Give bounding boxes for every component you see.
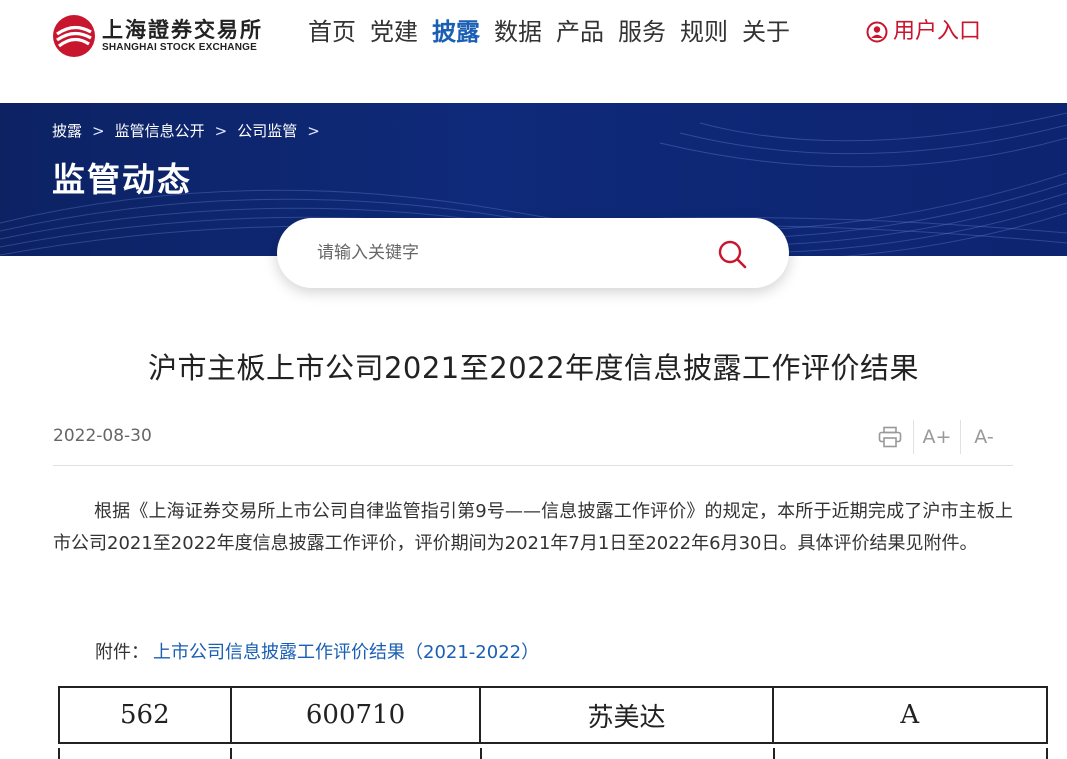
article-tools: A+ A- <box>867 420 1007 454</box>
breadcrumb-regulatory-info[interactable]: 监管信息公开 <box>115 120 205 141</box>
logo-text: 上海證券交易所 SHANGHAI STOCK EXCHANGE <box>102 18 263 54</box>
top-header: 上海證券交易所 SHANGHAI STOCK EXCHANGE 首页 党建 披露… <box>0 0 1067 103</box>
article-body: 根据《上海证券交易所上市公司自律监管指引第9号——信息披露工作评价》的规定，本所… <box>53 501 1013 554</box>
logo-name-en: SHANGHAI STOCK EXCHANGE <box>102 42 257 53</box>
breadcrumb: 披露 > 监管信息公开 > 公司监管 > <box>52 120 330 141</box>
logo-name-cn: 上海證券交易所 <box>102 17 263 42</box>
results-table-image: 562 600710 苏美达 A <box>58 680 1050 759</box>
cell-rating: A <box>771 686 1049 744</box>
attachment-label: 附件： <box>95 642 149 663</box>
user-icon <box>866 21 888 43</box>
nav-services[interactable]: 服务 <box>618 14 666 50</box>
nav-disclosure[interactable]: 披露 <box>432 14 480 50</box>
search-input[interactable] <box>317 238 697 268</box>
chevron-right-icon: > <box>214 121 228 140</box>
breadcrumb-company-supervision[interactable]: 公司监管 <box>237 120 297 141</box>
sse-logo-icon <box>53 15 95 57</box>
table-continuation <box>58 748 1048 759</box>
chevron-right-icon: > <box>307 121 320 140</box>
search-box <box>277 218 789 288</box>
print-icon <box>878 426 902 448</box>
publish-date: 2022-08-30 <box>53 426 152 446</box>
article-title: 沪市主板上市公司2021至2022年度信息披露工作评价结果 <box>147 351 920 385</box>
font-decrease-button[interactable]: A- <box>961 420 1007 454</box>
page-title: 监管动态 <box>52 160 192 199</box>
user-entry-link[interactable]: 用户入口 <box>866 14 981 50</box>
nav-data[interactable]: 数据 <box>494 14 542 50</box>
main-nav: 首页 党建 披露 数据 产品 服务 规则 关于 <box>308 14 804 50</box>
cell-company-name: 苏美达 <box>479 686 774 744</box>
attachment-row: 附件： 上市公司信息披露工作评价结果（2021-2022） <box>95 638 539 664</box>
nav-about[interactable]: 关于 <box>742 14 790 50</box>
search-icon[interactable] <box>716 238 748 270</box>
nav-products[interactable]: 产品 <box>556 14 604 50</box>
nav-rules[interactable]: 规则 <box>680 14 728 50</box>
breadcrumb-disclosure[interactable]: 披露 <box>52 120 82 141</box>
nav-party[interactable]: 党建 <box>370 14 418 50</box>
results-table: 562 600710 苏美达 A <box>58 686 1049 744</box>
print-button[interactable] <box>867 420 913 454</box>
user-entry-label: 用户入口 <box>893 19 982 44</box>
table-row: 562 600710 苏美达 A <box>58 686 1049 744</box>
cell-stock-code: 600710 <box>229 686 482 744</box>
chevron-right-icon: > <box>92 121 105 140</box>
font-increase-button[interactable]: A+ <box>914 420 960 454</box>
nav-home[interactable]: 首页 <box>308 14 356 50</box>
article-meta: 2022-08-30 A+ A- <box>53 418 1013 466</box>
sse-logo[interactable]: 上海證券交易所 SHANGHAI STOCK EXCHANGE <box>52 14 263 58</box>
cell-rank: 562 <box>58 686 232 744</box>
attachment-link[interactable]: 上市公司信息披露工作评价结果（2021-2022） <box>153 638 539 664</box>
